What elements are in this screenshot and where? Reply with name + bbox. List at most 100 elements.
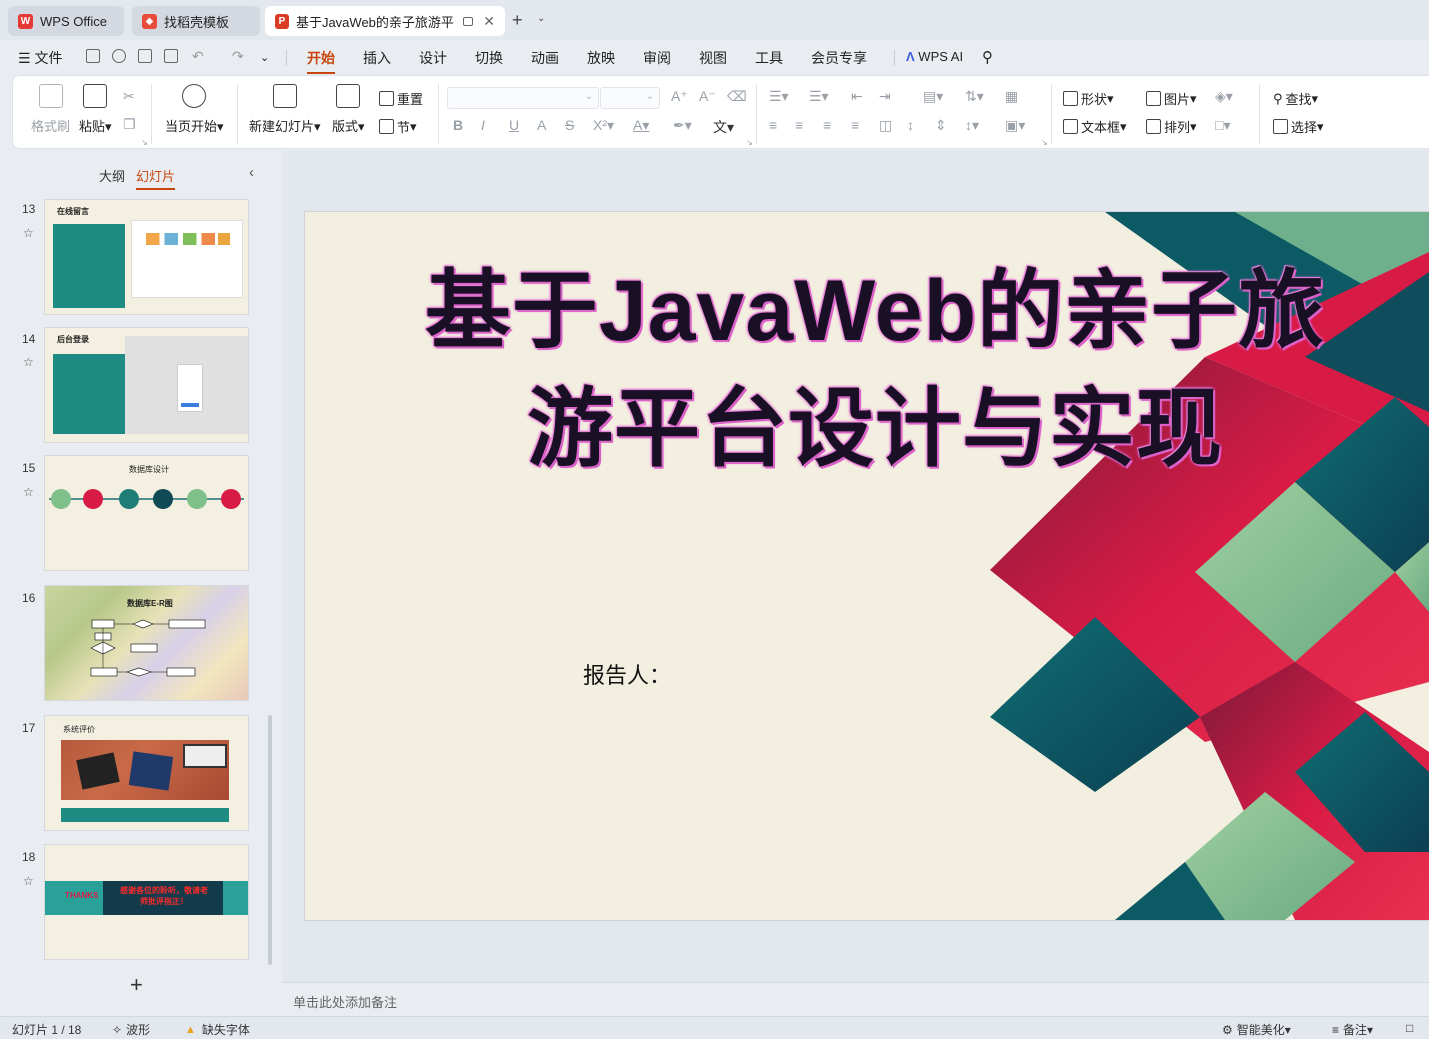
picture-button[interactable]: 图片 ▾ [1146, 89, 1197, 108]
file-menu[interactable]: ☰ 文件 [18, 48, 62, 68]
chevron-down-icon[interactable]: ⌄ [260, 51, 269, 64]
section-button[interactable]: 节 ▾ [379, 117, 417, 136]
print-preview-icon[interactable] [164, 49, 178, 63]
notes-toggle-button[interactable]: ≡ 备注 ▾ [1332, 1021, 1373, 1038]
slide-thumbnail-18[interactable]: THANKS 感谢各位的聆听，敬请老师批评指正！ [45, 845, 248, 959]
panel-scrollbar[interactable] [268, 715, 272, 965]
line-spacing-icon[interactable]: ↕ [907, 117, 914, 133]
chevron-down-icon[interactable]: ⌄ [537, 13, 545, 24]
undo-icon[interactable]: ↶ [192, 48, 204, 65]
star-icon[interactable]: ☆ [23, 485, 34, 499]
strikethrough-icon[interactable]: S [565, 117, 574, 133]
font-size-select[interactable]: ⌄ [600, 87, 660, 109]
slide-title[interactable]: 基于JavaWeb的亲子旅 游平台设计与实现 [365, 252, 1385, 488]
cut-icon[interactable]: ✂ [123, 88, 135, 105]
text-shadow-icon[interactable]: A [537, 117, 546, 133]
slide-thumbnail-13[interactable]: 在线留言 [45, 200, 248, 314]
italic-icon[interactable]: I [481, 117, 485, 133]
format-painter-button[interactable]: 格式刷 [31, 84, 70, 135]
text-direction-icon[interactable]: ▤▾ [923, 88, 943, 105]
find-button[interactable]: ⚲ 查找 ▾ [1273, 89, 1318, 108]
close-icon[interactable]: ✕ [483, 13, 495, 30]
reporter-label[interactable]: 报告人： [583, 658, 671, 690]
arrange-button[interactable]: 排列 ▾ [1146, 117, 1197, 136]
redo-icon[interactable]: ↷ [232, 48, 244, 65]
slide-thumbnail-15[interactable]: 数据库设计 [45, 456, 248, 570]
convert-smartart-icon[interactable]: ▦ [1005, 88, 1018, 105]
superscript-icon[interactable]: X²▾ [593, 117, 614, 134]
numbering-icon[interactable]: ☰▾ [809, 88, 829, 105]
smart-beautify-button[interactable]: ⚙ 智能美化 ▾ [1222, 1021, 1291, 1038]
menu-transition[interactable]: 切换 [475, 48, 503, 68]
shape-button[interactable]: 形状 ▾ [1063, 89, 1114, 108]
star-icon[interactable]: ☆ [23, 355, 34, 369]
justify-icon[interactable]: ≡ [851, 117, 859, 133]
increase-indent-icon[interactable]: ⇥ [879, 88, 891, 105]
clear-format-icon[interactable]: ⌫ [727, 88, 747, 105]
menu-insert[interactable]: 插入 [363, 48, 391, 68]
highlight-icon[interactable]: ✒▾ [673, 117, 692, 134]
align-left-icon[interactable]: ≡ [769, 117, 777, 133]
menu-animation[interactable]: 动画 [531, 48, 559, 68]
paste-button[interactable]: 粘贴▾ [79, 84, 112, 135]
from-current-slide-button[interactable]: 当页开始▾ [165, 84, 224, 135]
sort-icon[interactable]: ⇅▾ [965, 88, 984, 105]
distribute-icon[interactable]: ◫ [879, 117, 892, 134]
new-tab-icon[interactable]: + [512, 10, 523, 31]
new-slide-button[interactable]: 新建幻灯片▾ [249, 84, 321, 135]
text-align-vertical-icon[interactable]: ▣▾ [1005, 117, 1025, 134]
chevron-left-icon[interactable]: ‹ [249, 164, 254, 181]
tab-wps-office[interactable]: W WPS Office [8, 6, 124, 36]
increase-font-icon[interactable]: A⁺ [671, 88, 688, 105]
menu-review[interactable]: 审阅 [643, 48, 671, 68]
star-icon[interactable]: ☆ [23, 874, 34, 888]
wps-ai-button[interactable]: Λ WPS AI [906, 49, 963, 64]
notes-pane[interactable]: 单击此处添加备注 [282, 982, 1429, 1016]
decrease-indent-icon[interactable]: ⇤ [851, 88, 863, 105]
current-slide[interactable]: 基于JavaWeb的亲子旅 游平台设计与实现 报告人： [305, 212, 1429, 920]
print-icon[interactable] [138, 49, 152, 63]
font-color-icon[interactable]: A▾ [633, 117, 649, 134]
slide-thumbnail-16[interactable]: 数据库E-R图 [45, 586, 248, 700]
underline-icon[interactable]: U [509, 117, 519, 133]
align-right-icon[interactable]: ≡ [823, 117, 831, 133]
menu-tools[interactable]: 工具 [755, 48, 783, 68]
dialog-launcher-icon[interactable]: ↘ [746, 138, 753, 147]
search-icon[interactable]: ⚲ [982, 48, 993, 66]
phonetic-icon[interactable]: 文▾ [713, 117, 734, 137]
tab-current-doc[interactable]: P 基于JavaWeb的亲子旅游平台 ✕ [265, 6, 505, 36]
tab-docer[interactable]: ◆ 找稻壳模板 [132, 6, 260, 36]
menu-slideshow[interactable]: 放映 [587, 48, 615, 68]
tab-outline[interactable]: 大纲 [99, 166, 125, 185]
decrease-font-icon[interactable]: A⁻ [699, 88, 716, 105]
save-icon[interactable] [86, 49, 100, 63]
select-button[interactable]: 选择 ▾ [1273, 117, 1324, 136]
tab-slides[interactable]: 幻灯片 [136, 166, 176, 190]
textbox-button[interactable]: 文本框 ▾ [1063, 117, 1127, 136]
comment-icon[interactable]: □ [1406, 1021, 1413, 1035]
menu-design[interactable]: 设计 [419, 48, 447, 68]
reset-button[interactable]: 重置 [379, 89, 423, 108]
missing-font-button[interactable]: ▲ 缺失字体 [185, 1021, 250, 1038]
slide-thumbnail-17[interactable]: 系统评价 [45, 716, 248, 830]
menu-membership[interactable]: 会员专享 [811, 48, 867, 68]
add-slide-icon[interactable]: + [130, 972, 143, 998]
share-icon[interactable] [112, 49, 126, 63]
slide-thumbnail-14[interactable]: 后台登录 [45, 328, 248, 442]
dialog-launcher-icon[interactable]: ↘ [1041, 138, 1048, 147]
dialog-launcher-icon[interactable]: ↘ [141, 138, 148, 147]
bold-icon[interactable]: B [453, 117, 463, 133]
theme-button[interactable]: ✧ 波形 [112, 1021, 150, 1038]
layout-button[interactable]: 版式▾ [332, 84, 365, 135]
menu-home[interactable]: 开始 [307, 48, 335, 74]
outline-icon[interactable]: □▾ [1215, 117, 1230, 134]
columns-icon[interactable]: ↕▾ [965, 117, 979, 134]
font-family-select[interactable]: ⌄ [447, 87, 599, 109]
menu-view[interactable]: 视图 [699, 48, 727, 68]
copy-icon[interactable]: ❐ [123, 116, 136, 133]
paragraph-spacing-icon[interactable]: ⇕ [935, 117, 947, 134]
align-center-icon[interactable]: ≡ [795, 117, 803, 133]
bullets-icon[interactable]: ☰▾ [769, 88, 789, 105]
fill-icon[interactable]: ◈▾ [1215, 88, 1233, 105]
star-icon[interactable]: ☆ [23, 226, 34, 240]
